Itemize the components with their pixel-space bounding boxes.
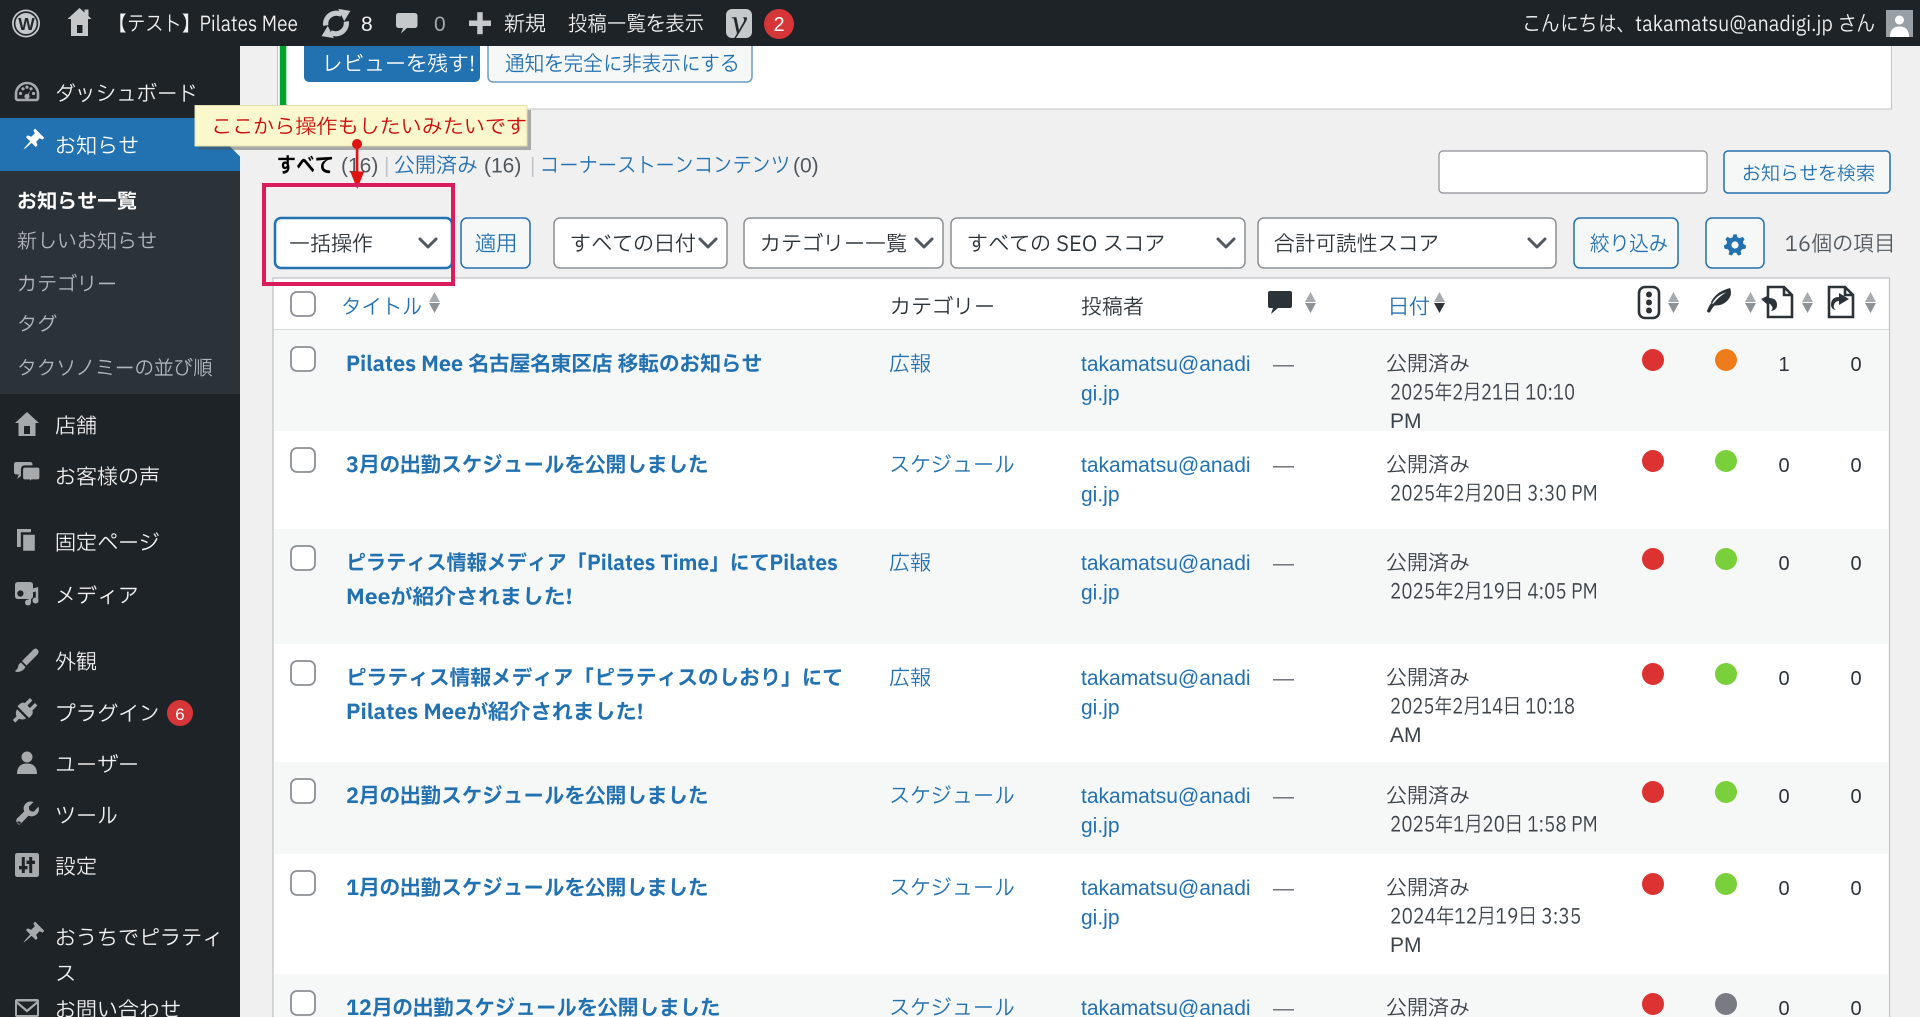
svg-text:takamatsu@anadi: takamatsu@anadi	[1081, 353, 1251, 376]
svg-text:0: 0	[1778, 553, 1789, 575]
svg-text:—: —	[1273, 997, 1294, 1017]
svg-text:0: 0	[1850, 878, 1861, 900]
svg-text:—: —	[1273, 552, 1294, 575]
svg-text:(0): (0)	[793, 155, 819, 178]
svg-text:0: 0	[1778, 998, 1789, 1017]
svg-text:gi.jp: gi.jp	[1081, 383, 1120, 406]
svg-text:takamatsu@anadi: takamatsu@anadi	[1081, 785, 1251, 808]
svg-text:0: 0	[1850, 998, 1861, 1017]
svg-text:takamatsu@anadi: takamatsu@anadi	[1081, 997, 1251, 1017]
svg-text:gi.jp: gi.jp	[1081, 582, 1120, 605]
svg-text:0: 0	[1778, 878, 1789, 900]
svg-text:0: 0	[434, 13, 446, 36]
svg-text:AM: AM	[1390, 724, 1422, 747]
svg-text:takamatsu@anadi: takamatsu@anadi	[1081, 877, 1251, 900]
svg-text:—: —	[1273, 877, 1294, 900]
svg-text:8: 8	[361, 13, 373, 36]
svg-text:gi.jp: gi.jp	[1081, 815, 1120, 838]
svg-text:0: 0	[1778, 455, 1789, 477]
svg-text:0: 0	[1850, 553, 1861, 575]
svg-text:—: —	[1273, 667, 1294, 690]
svg-text:takamatsu@anadi: takamatsu@anadi	[1081, 552, 1251, 575]
svg-text:(16): (16)	[484, 155, 521, 178]
svg-text:takamatsu@anadi: takamatsu@anadi	[1081, 454, 1251, 477]
svg-text:y: y	[728, 2, 747, 42]
svg-text:gi.jp: gi.jp	[1081, 907, 1120, 930]
svg-text:1: 1	[1778, 354, 1789, 376]
svg-text:|: |	[384, 155, 389, 178]
svg-text:0: 0	[1778, 668, 1789, 690]
svg-text:PM: PM	[1390, 410, 1422, 433]
svg-text:—: —	[1273, 785, 1294, 808]
svg-text:gi.jp: gi.jp	[1081, 484, 1120, 507]
svg-text:takamatsu@anadi: takamatsu@anadi	[1081, 667, 1251, 690]
svg-text:0: 0	[1778, 786, 1789, 808]
svg-text:—: —	[1273, 353, 1294, 376]
svg-text:PM: PM	[1390, 934, 1422, 957]
svg-text:6: 6	[175, 705, 184, 724]
svg-text:W: W	[18, 14, 35, 34]
svg-text:0: 0	[1850, 455, 1861, 477]
svg-text:2: 2	[773, 14, 784, 36]
svg-text:0: 0	[1850, 786, 1861, 808]
svg-text:—: —	[1273, 454, 1294, 477]
svg-text:0: 0	[1850, 354, 1861, 376]
svg-text:gi.jp: gi.jp	[1081, 697, 1120, 720]
svg-text:0: 0	[1850, 668, 1861, 690]
svg-text:|: |	[530, 155, 535, 178]
